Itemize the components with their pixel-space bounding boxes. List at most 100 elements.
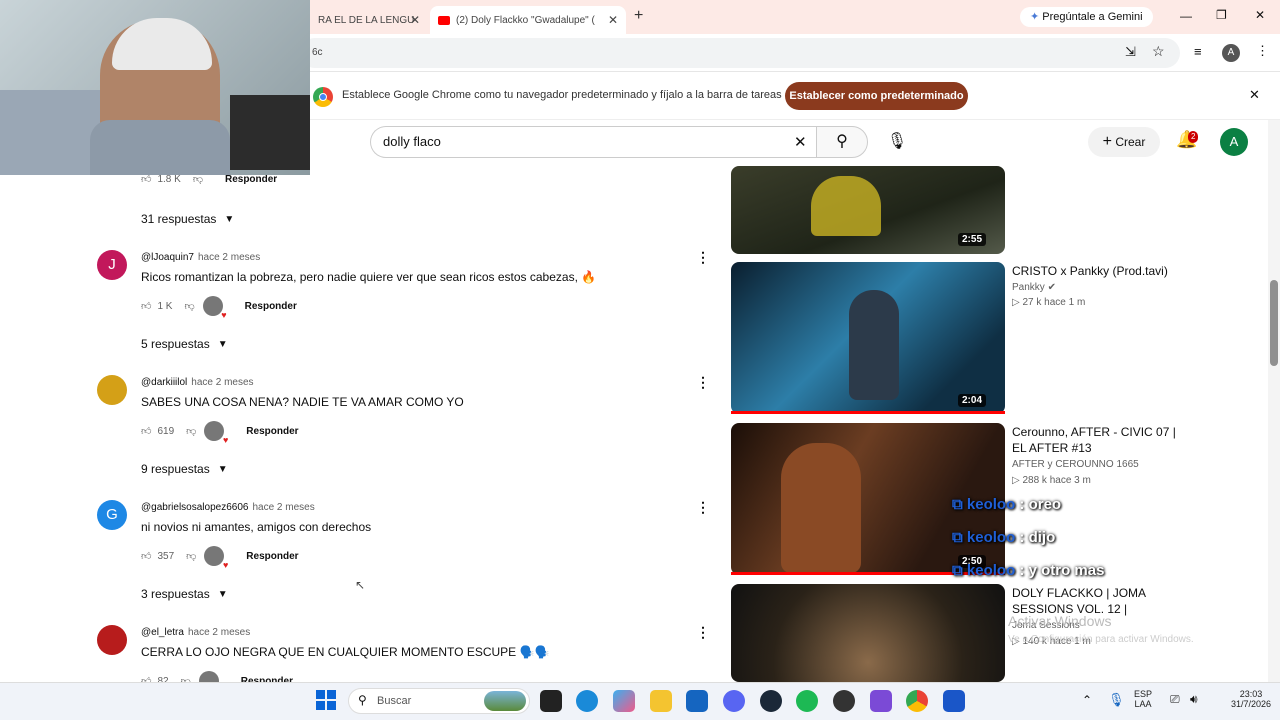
reply-button[interactable]: Responder (245, 301, 297, 312)
install-icon[interactable]: ⇲ (1125, 44, 1136, 60)
microphone-tray-icon[interactable]: 🎙 (1108, 692, 1125, 708)
replies-count: 31 respuestas (141, 212, 217, 226)
reply-button[interactable]: Responder (246, 551, 298, 562)
language-indicator[interactable]: ESP LAA (1134, 689, 1152, 709)
close-tab-icon[interactable]: ✕ (608, 13, 618, 27)
comment-author[interactable]: @darkiiilol (141, 377, 187, 388)
account-avatar[interactable]: A (1220, 128, 1248, 156)
tab-title: RA EL DE LA LENGU (318, 14, 415, 26)
file-explorer-icon[interactable] (650, 690, 672, 712)
mouse-cursor-icon: ↖ (355, 578, 366, 592)
game-app-icon[interactable] (870, 690, 892, 712)
dislike-icon[interactable]: 👎︎ (184, 300, 194, 312)
network-icon[interactable]: ⎚ (1170, 692, 1180, 707)
thumbnail-figure (781, 443, 861, 573)
minimize-icon[interactable]: — (1180, 9, 1192, 23)
comment-author[interactable]: @gabrielsosalopez6606 (141, 502, 248, 513)
browser-tab-1[interactable]: RA EL DE LA LENGU ✕ (310, 6, 428, 34)
page-scrollbar[interactable] (1268, 120, 1280, 682)
comment-menu-icon[interactable]: ⋮ (696, 624, 710, 641)
avatar[interactable]: G (97, 500, 127, 530)
epic-games-icon[interactable] (540, 690, 562, 712)
duration-badge: 2:04 (958, 394, 987, 407)
search-button[interactable]: ⚲ (816, 126, 868, 158)
steam-icon[interactable] (760, 690, 782, 712)
omnibox[interactable]: 6c (300, 38, 1180, 68)
voice-search-button[interactable]: 🎙 (880, 126, 914, 158)
webcam-speakers (230, 95, 310, 170)
like-icon[interactable]: 👍︎ (141, 550, 151, 562)
chrome-taskbar-icon[interactable] (906, 690, 928, 712)
bookmark-star-icon[interactable]: ☆ (1152, 43, 1165, 60)
avatar[interactable] (97, 375, 127, 405)
comment-author[interactable]: @lJoaquin7 (141, 252, 194, 263)
scrollbar-thumb[interactable] (1270, 280, 1278, 366)
microsoft-store-icon[interactable] (686, 690, 708, 712)
dislike-icon[interactable]: 👎︎ (186, 550, 196, 562)
menu-dots-icon[interactable]: ⋮ (1256, 43, 1269, 59)
clock[interactable]: 23:03 31/7/2026 (1224, 689, 1278, 709)
like-icon[interactable]: 👍︎ (141, 300, 151, 312)
view-replies-button[interactable]: 5 respuestas ▼ (141, 337, 228, 351)
comment-menu-icon[interactable]: ⋮ (696, 374, 710, 391)
comment-text: CERRA LO OJO NEGRA QUE EN CUALQUIER MOME… (141, 645, 550, 659)
close-tab-icon[interactable]: ✕ (410, 13, 420, 27)
volume-icon[interactable]: 🔊︎ (1190, 692, 1198, 707)
tray-chevron-up-icon[interactable]: ⌃ (1082, 693, 1092, 707)
profile-avatar[interactable]: A (1222, 44, 1240, 62)
spotify-icon[interactable] (796, 690, 818, 712)
dislike-icon[interactable]: 👎︎ (186, 425, 196, 437)
chat-badge-icon: ⧉ (952, 562, 963, 579)
comment-menu-icon[interactable]: ⋮ (696, 499, 710, 516)
gemini-button[interactable]: ✦ Pregúntale a Gemini (1020, 7, 1153, 27)
replies-count: 3 respuestas (141, 587, 210, 601)
discord-icon[interactable] (723, 690, 745, 712)
media-icon[interactable]: ≡ (1194, 44, 1202, 59)
like-count: 1.8 K (157, 173, 181, 185)
channel-name[interactable]: AFTER y CEROUNNO 1665 (1012, 459, 1139, 470)
windows-start-icon[interactable] (316, 690, 336, 710)
like-count: 1 K (157, 300, 173, 312)
chevron-down-icon: ▼ (217, 463, 228, 475)
search-highlight-icon[interactable] (484, 691, 526, 711)
video-title[interactable]: CRISTO x Pankky (Prod.tavi) (1012, 263, 1182, 279)
edge-icon[interactable] (576, 690, 598, 712)
channel-name[interactable]: Pankky ✔ (1012, 282, 1056, 293)
app-icon[interactable] (833, 690, 855, 712)
video-thumbnail[interactable] (731, 584, 1005, 682)
search-input[interactable]: dolly flaco (370, 126, 816, 158)
restore-icon[interactable]: ❐ (1216, 8, 1227, 22)
copilot-icon[interactable] (613, 690, 635, 712)
video-title[interactable]: Cerounno, AFTER - CIVIC 07 | EL AFTER #1… (1012, 424, 1182, 456)
search-icon: ⚲ (836, 133, 848, 150)
verified-icon: ✔ (1047, 282, 1056, 293)
avatar[interactable] (97, 625, 127, 655)
avatar[interactable]: J (97, 250, 127, 280)
activate-windows-title: Activar Windows (1008, 613, 1112, 629)
like-icon[interactable]: 👍︎ (141, 425, 151, 437)
thumbnail-figure (811, 176, 881, 236)
comment-text: Ricos romantizan la pobreza, pero nadie … (141, 270, 597, 284)
set-default-button[interactable]: Establecer como predeterminado (785, 82, 968, 110)
browser-tab-2[interactable]: (2) Doly Flackko "Gwadalupe" ( ✕ (430, 6, 626, 34)
video-thumbnail[interactable] (731, 262, 1005, 414)
reply-button[interactable]: Responder (246, 426, 298, 437)
comment-menu-icon[interactable]: ⋮ (696, 249, 710, 266)
new-tab-button[interactable]: + (634, 7, 643, 25)
clear-search-icon[interactable]: ✕ (794, 133, 807, 151)
chat-message: ⧉ keoloo : y otro mas (952, 562, 1104, 579)
create-button[interactable]: + Crear (1088, 127, 1160, 157)
reply-button[interactable]: Responder (225, 174, 277, 185)
infobar-close-icon[interactable]: ✕ (1249, 87, 1260, 103)
comment-age: hace 2 meses (252, 502, 315, 513)
view-replies-button[interactable]: 31 respuestas ▼ (141, 212, 234, 226)
comment-author[interactable]: @el_letra (141, 627, 184, 638)
chevron-down-icon: ▼ (217, 338, 228, 350)
view-replies-button[interactable]: 9 respuestas ▼ (141, 462, 228, 476)
chat-message: ⧉ keoloo : oreo (952, 496, 1061, 513)
view-replies-button[interactable]: 3 respuestas ▼ (141, 587, 228, 601)
close-window-icon[interactable]: ✕ (1255, 8, 1265, 22)
app-icon[interactable] (943, 690, 965, 712)
comment-actions: 👍︎ 619 👎︎ Responder (141, 421, 299, 445)
video-meta: ▷ 27 k hace 1 m (1012, 297, 1086, 308)
